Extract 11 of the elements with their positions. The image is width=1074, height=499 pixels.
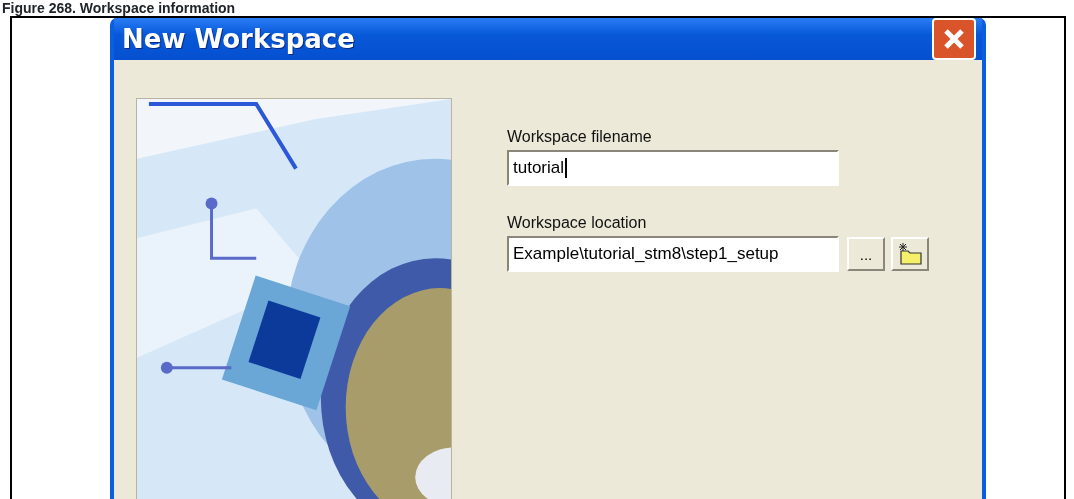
input-field[interactable]: Example\tutorial_stm8\step1_setup xyxy=(507,236,839,272)
browse-button[interactable]: ... xyxy=(847,237,885,271)
folder-icon xyxy=(897,242,923,266)
field-label: Workspace filename xyxy=(507,128,653,146)
figure-caption: Figure 268. Workspace information xyxy=(1,0,237,16)
input-field[interactable]: tutorial xyxy=(507,150,839,186)
close-icon xyxy=(942,27,966,51)
close-button[interactable] xyxy=(932,18,976,60)
window-title: New Workspace xyxy=(122,24,355,54)
new-folder-button[interactable] xyxy=(891,237,929,271)
field-label: Workspace location xyxy=(507,214,648,232)
